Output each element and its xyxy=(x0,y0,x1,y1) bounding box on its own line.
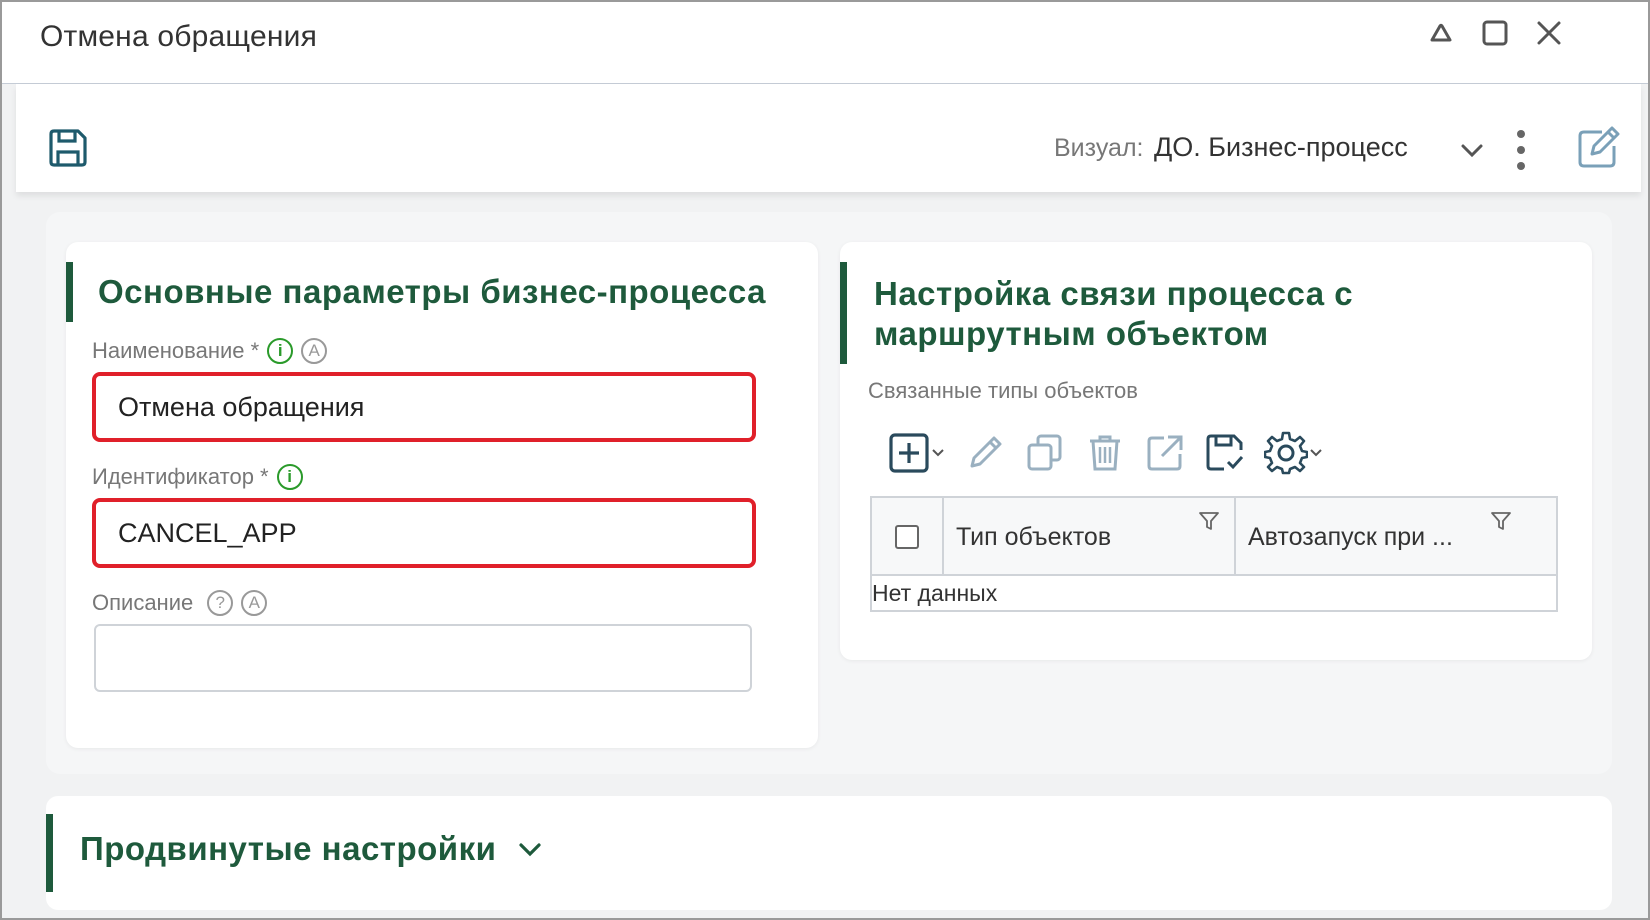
chevron-down-icon xyxy=(1310,449,1322,457)
column-header-type[interactable]: Тип объектов xyxy=(944,498,1236,576)
section-accent xyxy=(46,814,53,892)
route-link-card: Настройка связи процесса с маршрутным об… xyxy=(840,242,1592,660)
more-options-button[interactable] xyxy=(1510,128,1532,172)
open-external-button[interactable] xyxy=(1144,432,1186,474)
help-icon[interactable]: ? xyxy=(207,590,234,616)
name-input[interactable]: Отмена обращения xyxy=(92,372,756,442)
table-toolbar xyxy=(888,428,1342,478)
add-icon xyxy=(889,433,929,473)
desc-label-row: Описание ? A xyxy=(92,590,268,616)
column-header-autostart-label: Автозапуск при ... xyxy=(1248,522,1453,551)
column-header-autostart[interactable]: Автозапуск при ... xyxy=(1236,498,1556,576)
main-params-title: Основные параметры бизнес-процесса xyxy=(98,273,767,310)
name-label-row: Наименование * i A xyxy=(92,338,328,364)
collapse-button[interactable] xyxy=(1424,16,1458,50)
trash-icon xyxy=(1090,435,1120,471)
identifier-input[interactable]: CANCEL_APP xyxy=(92,498,756,568)
copy-button[interactable] xyxy=(1024,432,1066,474)
save-check-icon xyxy=(1206,434,1244,471)
advanced-settings-panel: Продвинутые настройки xyxy=(46,796,1612,910)
close-icon xyxy=(1537,21,1561,45)
linked-types-label: Связанные типы объектов xyxy=(868,378,1138,403)
section-accent xyxy=(66,262,73,322)
kebab-menu-icon xyxy=(1517,130,1525,170)
external-link-icon xyxy=(1147,435,1183,471)
save-row-button[interactable] xyxy=(1204,432,1246,474)
chevron-down-icon xyxy=(519,843,541,857)
main-panel: Основные параметры бизнес-процесса Наиме… xyxy=(46,212,1612,774)
chevron-down-icon xyxy=(1461,144,1483,158)
column-header-type-label: Тип объектов xyxy=(956,522,1112,551)
visual-dropdown-button[interactable] xyxy=(1458,136,1486,164)
description-input[interactable] xyxy=(94,624,752,692)
save-button[interactable] xyxy=(46,126,90,170)
edit-icon xyxy=(1578,126,1620,168)
select-all-cell xyxy=(872,498,944,576)
localization-icon[interactable]: A xyxy=(301,338,328,364)
edit-button[interactable] xyxy=(1574,124,1622,172)
pencil-icon xyxy=(970,436,1002,468)
id-label: Идентификатор * xyxy=(92,464,269,489)
route-link-title-line1: Настройка связи процесса с xyxy=(874,275,1354,312)
edit-row-button[interactable] xyxy=(964,432,1006,474)
maximize-icon xyxy=(1482,20,1508,46)
copy-icon xyxy=(1027,434,1062,471)
description-label: Описание xyxy=(92,590,194,615)
id-label-row: Идентификатор * i xyxy=(92,464,303,490)
window-title: Отмена обращения xyxy=(40,20,318,53)
maximize-button[interactable] xyxy=(1478,16,1512,50)
close-button[interactable] xyxy=(1532,16,1566,50)
advanced-settings-toggle[interactable]: Продвинутые настройки xyxy=(80,830,544,868)
name-label: Наименование * xyxy=(92,338,260,363)
info-icon[interactable]: i xyxy=(276,464,303,490)
filter-icon[interactable] xyxy=(1198,510,1220,532)
info-icon[interactable]: i xyxy=(267,338,294,364)
table-header: Тип объектов Автозапуск при ... xyxy=(872,498,1556,576)
visual-selector[interactable]: ДО. Бизнес-процесс xyxy=(1154,132,1408,163)
add-button[interactable] xyxy=(888,432,946,474)
filter-icon[interactable] xyxy=(1490,510,1512,532)
visual-label: Визуал: xyxy=(1054,134,1144,162)
save-icon xyxy=(49,129,87,167)
localization-icon[interactable]: A xyxy=(241,590,268,616)
gear-icon xyxy=(1264,431,1308,475)
advanced-settings-title: Продвинутые настройки xyxy=(80,830,497,867)
delete-button[interactable] xyxy=(1084,432,1126,474)
select-all-checkbox[interactable] xyxy=(895,525,919,549)
collapse-icon xyxy=(1430,23,1452,42)
form-toolbar: Визуал: ДО. Бизнес-процесс xyxy=(16,84,1641,192)
settings-button[interactable] xyxy=(1264,431,1324,475)
route-link-title-line2: маршрутным объектом xyxy=(874,315,1269,352)
linked-types-table: Тип объектов Автозапуск при ... Нет данн… xyxy=(870,496,1558,612)
dialog-window: Отмена обращения Визуал: ДО. Бизнес-проц… xyxy=(0,0,1650,920)
section-accent xyxy=(840,262,847,364)
chevron-down-icon xyxy=(932,449,944,457)
title-bar: Отмена обращения xyxy=(2,2,1648,84)
main-params-card: Основные параметры бизнес-процесса Наиме… xyxy=(66,242,818,748)
empty-state-text: Нет данных xyxy=(872,580,998,606)
route-link-title: Настройка связи процесса с маршрутным об… xyxy=(874,274,1353,354)
